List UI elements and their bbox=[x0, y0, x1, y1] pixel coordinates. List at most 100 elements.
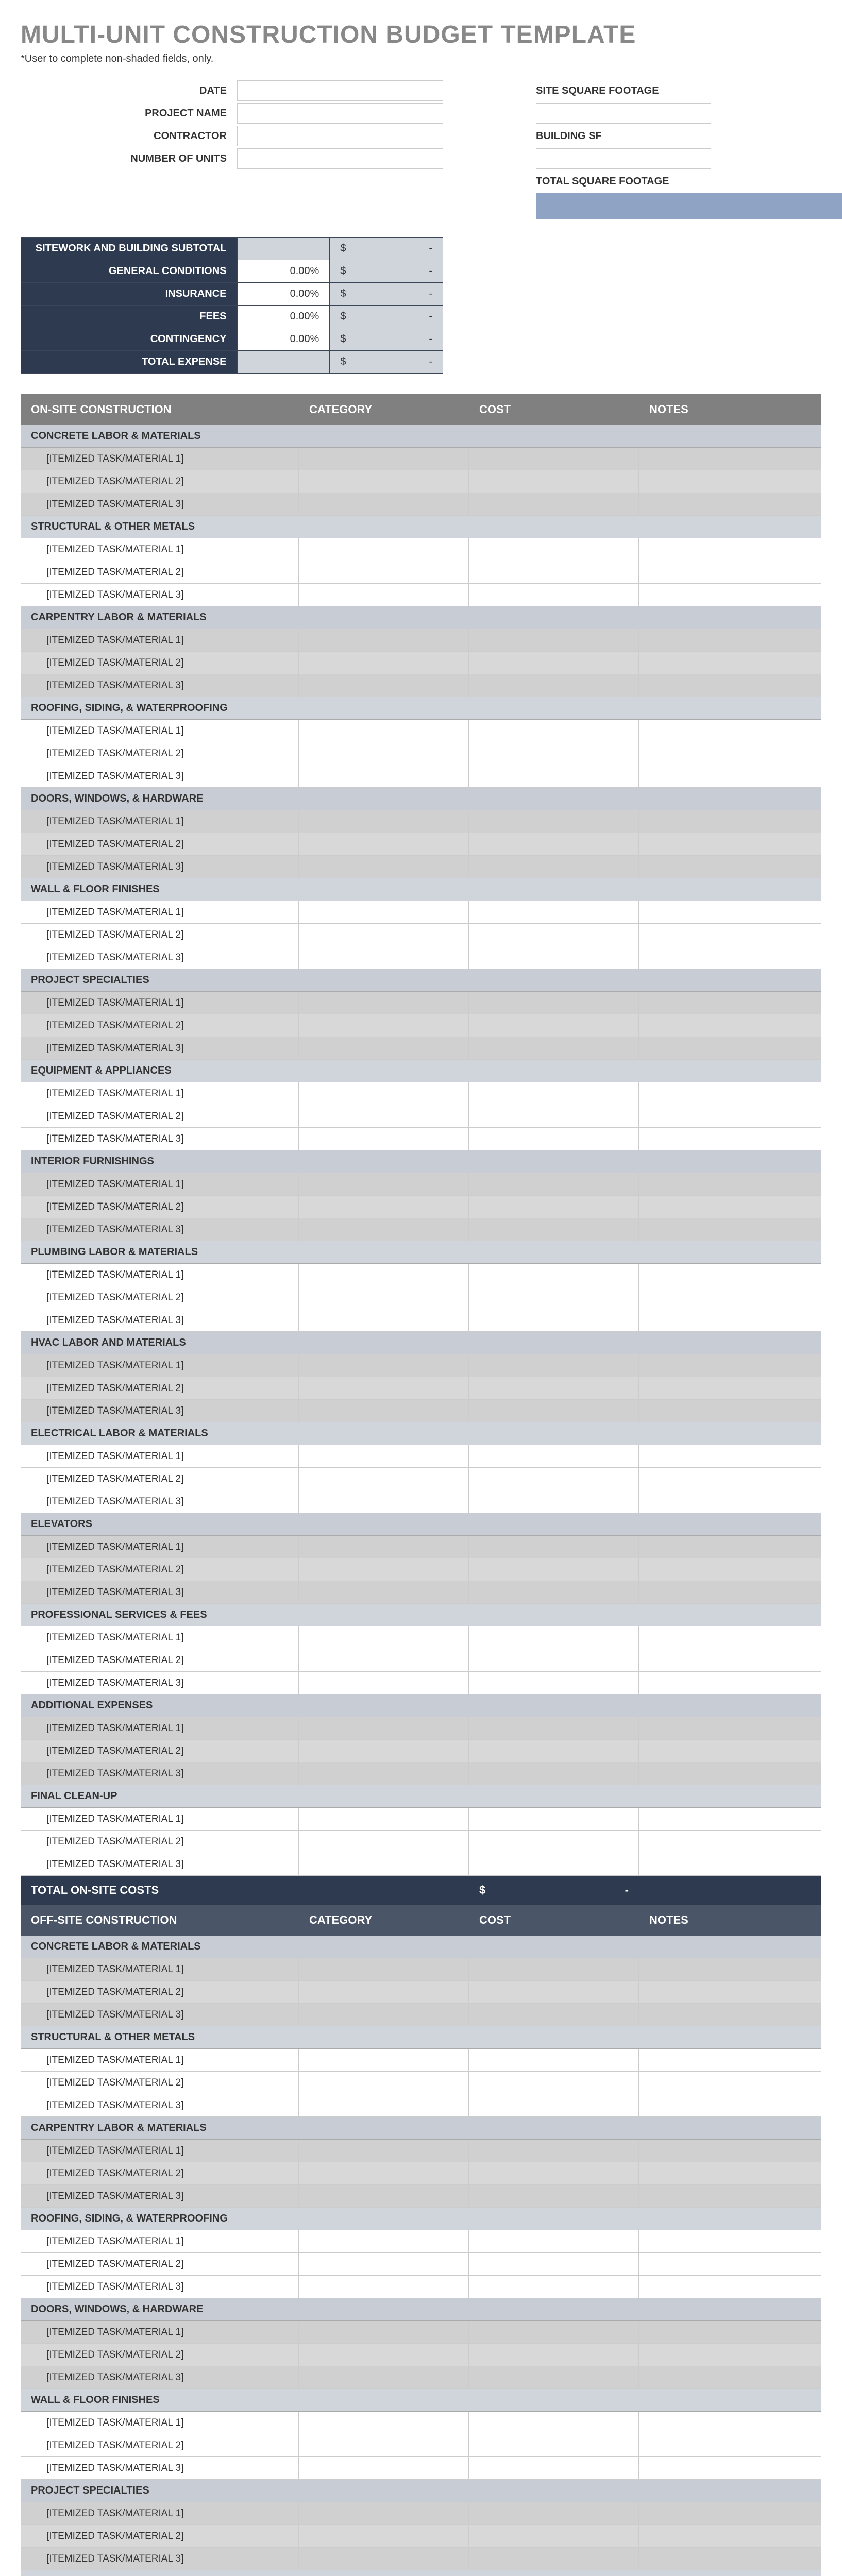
item-category[interactable] bbox=[299, 2072, 469, 2094]
item-category[interactable] bbox=[299, 2185, 469, 2207]
item-name[interactable]: [ITEMIZED TASK/MATERIAL 3] bbox=[21, 2004, 299, 2026]
item-notes[interactable] bbox=[639, 810, 821, 833]
item-category[interactable] bbox=[299, 742, 469, 765]
item-cost[interactable] bbox=[469, 742, 639, 765]
item-notes[interactable] bbox=[639, 901, 821, 923]
item-notes[interactable] bbox=[639, 720, 821, 742]
item-cost[interactable] bbox=[469, 1128, 639, 1150]
item-name[interactable]: [ITEMIZED TASK/MATERIAL 2] bbox=[21, 1377, 299, 1399]
item-category[interactable] bbox=[299, 720, 469, 742]
item-category[interactable] bbox=[299, 992, 469, 1014]
item-cost[interactable] bbox=[469, 2072, 639, 2094]
item-category[interactable] bbox=[299, 2140, 469, 2162]
item-notes[interactable] bbox=[639, 765, 821, 787]
item-name[interactable]: [ITEMIZED TASK/MATERIAL 1] bbox=[21, 2502, 299, 2524]
item-name[interactable]: [ITEMIZED TASK/MATERIAL 2] bbox=[21, 2525, 299, 2547]
item-cost[interactable] bbox=[469, 1536, 639, 1558]
item-notes[interactable] bbox=[639, 1445, 821, 1467]
summary-pct[interactable]: 0.00% bbox=[237, 306, 330, 328]
item-name[interactable]: [ITEMIZED TASK/MATERIAL 1] bbox=[21, 992, 299, 1014]
item-name[interactable]: [ITEMIZED TASK/MATERIAL 2] bbox=[21, 1740, 299, 1762]
item-name[interactable]: [ITEMIZED TASK/MATERIAL 1] bbox=[21, 1958, 299, 1980]
item-cost[interactable] bbox=[469, 2457, 639, 2479]
item-notes[interactable] bbox=[639, 833, 821, 855]
item-cost[interactable] bbox=[469, 1082, 639, 1105]
item-category[interactable] bbox=[299, 1218, 469, 1241]
item-category[interactable] bbox=[299, 2004, 469, 2026]
item-name[interactable]: [ITEMIZED TASK/MATERIAL 3] bbox=[21, 2548, 299, 2570]
item-category[interactable] bbox=[299, 470, 469, 493]
item-notes[interactable] bbox=[639, 2548, 821, 2570]
item-name[interactable]: [ITEMIZED TASK/MATERIAL 2] bbox=[21, 1649, 299, 1671]
item-notes[interactable] bbox=[639, 1309, 821, 1331]
item-cost[interactable] bbox=[469, 1218, 639, 1241]
item-name[interactable]: [ITEMIZED TASK/MATERIAL 1] bbox=[21, 538, 299, 561]
item-name[interactable]: [ITEMIZED TASK/MATERIAL 3] bbox=[21, 2185, 299, 2207]
item-name[interactable]: [ITEMIZED TASK/MATERIAL 3] bbox=[21, 584, 299, 606]
item-category[interactable] bbox=[299, 901, 469, 923]
item-notes[interactable] bbox=[639, 1740, 821, 1762]
item-cost[interactable] bbox=[469, 1173, 639, 1195]
field-input[interactable] bbox=[237, 126, 443, 146]
item-notes[interactable] bbox=[639, 2412, 821, 2434]
item-category[interactable] bbox=[299, 2366, 469, 2388]
item-category[interactable] bbox=[299, 2162, 469, 2184]
item-cost[interactable] bbox=[469, 946, 639, 969]
item-cost[interactable] bbox=[469, 1105, 639, 1127]
item-category[interactable] bbox=[299, 493, 469, 515]
item-cost[interactable] bbox=[469, 629, 639, 651]
item-cost[interactable] bbox=[469, 2502, 639, 2524]
item-category[interactable] bbox=[299, 584, 469, 606]
item-name[interactable]: [ITEMIZED TASK/MATERIAL 1] bbox=[21, 1354, 299, 1377]
item-name[interactable]: [ITEMIZED TASK/MATERIAL 2] bbox=[21, 2253, 299, 2275]
item-category[interactable] bbox=[299, 1445, 469, 1467]
item-category[interactable] bbox=[299, 1082, 469, 1105]
item-cost[interactable] bbox=[469, 2434, 639, 2456]
item-cost[interactable] bbox=[469, 2525, 639, 2547]
item-cost[interactable] bbox=[469, 2412, 639, 2434]
item-category[interactable] bbox=[299, 1196, 469, 1218]
item-name[interactable]: [ITEMIZED TASK/MATERIAL 3] bbox=[21, 1309, 299, 1331]
item-cost[interactable] bbox=[469, 538, 639, 561]
item-cost[interactable] bbox=[469, 2094, 639, 2116]
item-cost[interactable] bbox=[469, 2344, 639, 2366]
item-category[interactable] bbox=[299, 2502, 469, 2524]
item-notes[interactable] bbox=[639, 1354, 821, 1377]
item-cost[interactable] bbox=[469, 1853, 639, 1875]
item-name[interactable]: [ITEMIZED TASK/MATERIAL 1] bbox=[21, 901, 299, 923]
item-notes[interactable] bbox=[639, 2276, 821, 2298]
item-notes[interactable] bbox=[639, 2094, 821, 2116]
item-cost[interactable] bbox=[469, 2548, 639, 2570]
field-input[interactable] bbox=[237, 148, 443, 169]
item-cost[interactable] bbox=[469, 1037, 639, 1059]
item-category[interactable] bbox=[299, 1377, 469, 1399]
item-cost[interactable] bbox=[469, 584, 639, 606]
item-name[interactable]: [ITEMIZED TASK/MATERIAL 2] bbox=[21, 1105, 299, 1127]
item-cost[interactable] bbox=[469, 2230, 639, 2252]
item-category[interactable] bbox=[299, 2094, 469, 2116]
item-name[interactable]: [ITEMIZED TASK/MATERIAL 1] bbox=[21, 810, 299, 833]
item-category[interactable] bbox=[299, 1581, 469, 1603]
item-category[interactable] bbox=[299, 1014, 469, 1037]
item-name[interactable]: [ITEMIZED TASK/MATERIAL 1] bbox=[21, 1445, 299, 1467]
item-category[interactable] bbox=[299, 2434, 469, 2456]
item-name[interactable]: [ITEMIZED TASK/MATERIAL 3] bbox=[21, 2366, 299, 2388]
item-name[interactable]: [ITEMIZED TASK/MATERIAL 1] bbox=[21, 2049, 299, 2071]
item-cost[interactable] bbox=[469, 1286, 639, 1309]
item-name[interactable]: [ITEMIZED TASK/MATERIAL 3] bbox=[21, 674, 299, 697]
item-cost[interactable] bbox=[469, 810, 639, 833]
item-category[interactable] bbox=[299, 1958, 469, 1980]
item-category[interactable] bbox=[299, 652, 469, 674]
item-category[interactable] bbox=[299, 1286, 469, 1309]
item-cost[interactable] bbox=[469, 1196, 639, 1218]
item-notes[interactable] bbox=[639, 493, 821, 515]
item-cost[interactable] bbox=[469, 1014, 639, 1037]
item-notes[interactable] bbox=[639, 674, 821, 697]
item-name[interactable]: [ITEMIZED TASK/MATERIAL 2] bbox=[21, 1831, 299, 1853]
item-category[interactable] bbox=[299, 2548, 469, 2570]
item-notes[interactable] bbox=[639, 1218, 821, 1241]
item-notes[interactable] bbox=[639, 1958, 821, 1980]
item-notes[interactable] bbox=[639, 1014, 821, 1037]
item-notes[interactable] bbox=[639, 1626, 821, 1649]
item-category[interactable] bbox=[299, 765, 469, 787]
